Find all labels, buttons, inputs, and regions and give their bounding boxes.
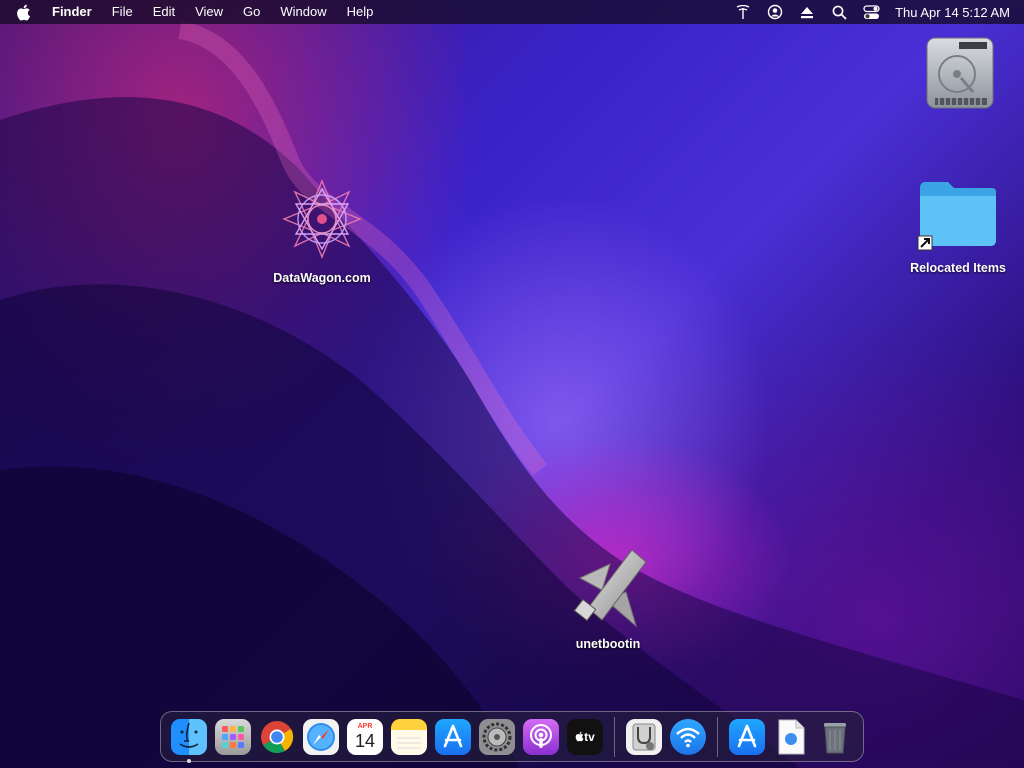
desktop-icon-label: unetbootin xyxy=(575,637,641,651)
desktop-icon-hard-drive[interactable] xyxy=(918,34,1002,123)
dock-system-preferences[interactable] xyxy=(479,718,515,755)
menu-go[interactable]: Go xyxy=(233,0,270,24)
app-store-icon xyxy=(737,724,757,747)
search-icon[interactable] xyxy=(828,0,850,24)
dock-app-store-download[interactable] xyxy=(729,718,765,755)
document-icon xyxy=(778,719,805,754)
wifi-icon xyxy=(676,727,700,747)
dock-separator xyxy=(717,716,718,757)
notes-icon xyxy=(397,737,421,748)
dock-finder[interactable] xyxy=(171,718,207,763)
menu-edit[interactable]: Edit xyxy=(143,0,185,24)
app-store-icon xyxy=(443,724,463,747)
dock-app-store[interactable] xyxy=(435,718,471,755)
gear-icon xyxy=(482,722,512,751)
finder-icon xyxy=(179,722,199,748)
menu-file[interactable]: File xyxy=(102,0,143,24)
chrome-icon xyxy=(261,720,294,753)
datawagon-logo-icon xyxy=(282,179,362,259)
dock-disk-utility[interactable] xyxy=(626,718,662,755)
tv-label: tv xyxy=(584,729,595,744)
dock: APR 14 tv xyxy=(160,711,864,763)
desktop-icon-datawagon[interactable]: DataWagon.com xyxy=(262,176,382,285)
desktop-icon-label: Relocated Items xyxy=(910,261,1006,275)
calendar-day: 14 xyxy=(354,731,376,751)
running-indicator xyxy=(187,758,191,763)
dock-launchpad[interactable] xyxy=(215,718,251,755)
dock-separator xyxy=(614,716,615,757)
dock-calendar[interactable]: APR 14 xyxy=(347,718,383,755)
dock-document[interactable] xyxy=(773,719,809,755)
control-center-icon[interactable] xyxy=(860,0,882,24)
folder-alias-icon xyxy=(917,182,996,251)
dock-safari[interactable] xyxy=(303,718,339,755)
dock-podcasts[interactable] xyxy=(523,718,559,755)
dock-wireless-diagnostics[interactable] xyxy=(670,718,706,755)
dock-chrome[interactable] xyxy=(259,719,295,755)
user-account-icon[interactable] xyxy=(764,0,786,24)
network-icon[interactable] xyxy=(732,0,754,24)
desktop-icon-relocated-items[interactable]: Relocated Items xyxy=(900,178,1016,275)
desktop-icon-unetbootin[interactable]: unetbootin xyxy=(556,544,660,651)
desktop-icon-label: DataWagon.com xyxy=(273,271,371,285)
launchpad-icon xyxy=(222,725,244,748)
menu-clock[interactable]: Thu Apr 14 5:12 AM xyxy=(895,5,1010,20)
unetbootin-icon xyxy=(573,549,647,628)
disk-utility-icon xyxy=(632,723,656,750)
menu-window[interactable]: Window xyxy=(270,0,336,24)
menu-view[interactable]: View xyxy=(185,0,233,24)
dock-trash[interactable] xyxy=(817,719,853,755)
trash-icon xyxy=(824,722,846,753)
safari-icon xyxy=(307,722,335,751)
dock-notes[interactable] xyxy=(391,718,427,755)
wallpaper xyxy=(0,21,1024,768)
calendar-month: APR xyxy=(357,723,373,730)
menu-app-name[interactable]: Finder xyxy=(42,0,102,24)
hard-drive-icon xyxy=(926,37,994,109)
apple-logo-icon xyxy=(575,731,584,742)
menu-bar: Finder File Edit View Go Window Help Thu… xyxy=(0,0,1024,24)
apple-menu-icon[interactable] xyxy=(14,3,32,21)
eject-icon[interactable] xyxy=(796,0,818,24)
menu-help[interactable]: Help xyxy=(337,0,384,24)
podcasts-icon xyxy=(530,723,552,748)
dock-tv[interactable]: tv xyxy=(567,718,603,755)
